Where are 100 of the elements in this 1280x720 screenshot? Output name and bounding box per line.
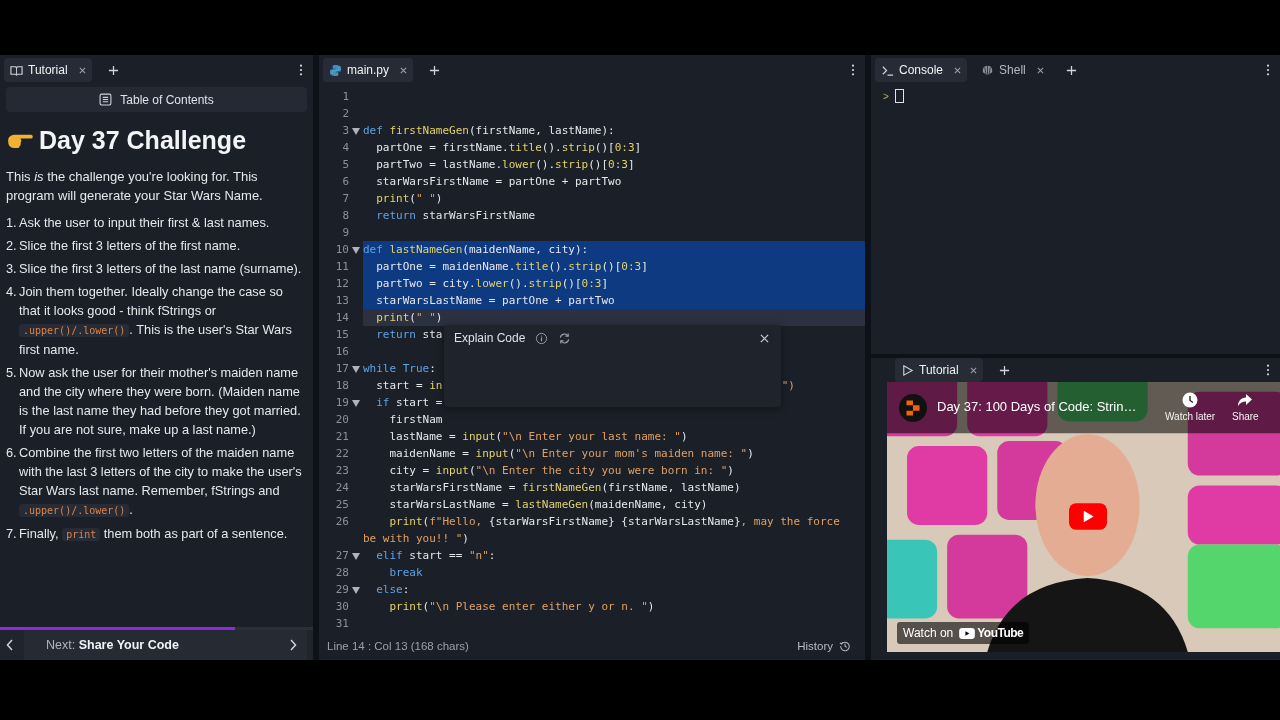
play-button-icon[interactable] [1069, 503, 1107, 530]
youtube-logo-icon[interactable] [959, 627, 976, 639]
code-line: elif start == "n": [375, 548, 496, 564]
close-icon[interactable] [760, 333, 769, 343]
close-icon[interactable] [1036, 66, 1044, 74]
next-lesson-button[interactable]: Next: Share Your Code [24, 630, 307, 660]
code-line: starWarsFirstName = partOne + partTwo [375, 174, 622, 190]
console-tab[interactable]: Console [875, 58, 968, 82]
file-tab[interactable]: main.py [323, 58, 414, 82]
line-number: 12 [334, 277, 350, 290]
clock-icon[interactable] [1182, 392, 1199, 408]
info-icon[interactable] [535, 331, 549, 345]
plus-icon[interactable] [998, 364, 1010, 376]
line-number: 11 [334, 260, 350, 273]
history-icon [839, 640, 851, 652]
next-icon [289, 639, 297, 651]
line-number: 25 [334, 498, 350, 511]
line-number: 3 [319, 124, 363, 137]
line-number: 13 [334, 294, 350, 307]
step-text: Ask the user to input their first & last names. [19, 214, 271, 232]
code-line: def firstNameGen(firstName, lastName): [363, 123, 615, 139]
line-number: 29 [319, 583, 363, 596]
console-prompt: > [883, 90, 889, 102]
step-number: 1. [6, 214, 18, 232]
more-icon[interactable] [1266, 364, 1270, 376]
watch-on-label[interactable]: Watch on [903, 626, 954, 640]
step-text: Now ask the user for their mother's maiden name and the city where they were born. (Maiden name is the last name they had before they got married. If you are not sure, make up a last name.) [19, 364, 302, 439]
previous-icon[interactable] [6, 639, 14, 651]
close-icon[interactable] [969, 366, 977, 374]
refresh-icon[interactable] [558, 331, 572, 345]
line-number: 1 [341, 90, 350, 103]
close-icon[interactable] [78, 66, 86, 74]
share-icon[interactable] [1237, 392, 1254, 408]
code-line: partTwo = lastName.lower().strip()[0:3] [375, 157, 635, 173]
code-line: lastName = input("\n Enter your last name: ") [388, 429, 688, 445]
code-line: break [388, 565, 423, 581]
line-number: 6 [341, 175, 350, 188]
line-number: 22 [334, 447, 350, 460]
youtube-label[interactable]: YouTube [977, 626, 1024, 640]
plus-icon[interactable] [1065, 64, 1077, 76]
code-line: print("\n Please enter either y or n. ") [388, 599, 655, 615]
step-text: Combine the first two letters of the maiden name with the last 3 letters of the city to make the user's Star Wars last name. Remember, fStrings and .upper()/.lower() . [19, 444, 303, 519]
code-line: if start = [375, 395, 443, 411]
python-icon [329, 63, 342, 77]
video-title[interactable]: Day 37: 100 Days of Code: Strin… [937, 399, 1137, 414]
line-number: 19 [319, 396, 363, 409]
step-text: Slice the first 3 letters of the last name (surname). [19, 260, 303, 278]
line-number: 9 [341, 226, 350, 239]
channel-logo-icon[interactable] [899, 394, 927, 422]
code-line: starWarsFirstName = firstNameGen(firstName, lastName) [388, 480, 741, 496]
step-text: Join them together. Ideally change the case so that it looks good - think fStrings or .upper()/.lower() . This is the user's Star Wars first name. [19, 283, 293, 359]
intro-paragraph: This is the challenge you're looking for. This program will generate your Star Wars Name. [6, 168, 264, 205]
more-icon[interactable] [299, 64, 303, 76]
code-line: starWarsLastName = lastNameGen(maidenName, city) [388, 497, 708, 513]
line-number: 23 [334, 464, 350, 477]
code-line: return starWarsFirstName [375, 208, 536, 224]
code-line: while True: [363, 361, 436, 377]
code-line: else: [375, 582, 410, 598]
close-icon[interactable] [400, 66, 408, 74]
more-icon[interactable] [1266, 64, 1270, 76]
console-tab[interactable]: Shell [975, 58, 1050, 82]
code-line: be with you!! ") [363, 531, 469, 547]
close-icon[interactable] [954, 66, 962, 74]
challenge-heading: Day 37 Challenge [39, 126, 247, 155]
more-icon[interactable] [851, 64, 855, 76]
line-number: 4 [341, 141, 350, 154]
code-line: city = input("\n Enter the city you were born in: ") [388, 463, 734, 479]
line-number: 16 [334, 345, 350, 358]
step-number: 4. [6, 283, 18, 301]
line-number: 24 [334, 481, 350, 494]
cursor-position: Line 14 : Col 13 (168 chars) [327, 640, 469, 652]
code-line: return sta [375, 327, 443, 343]
line-number: 26 [334, 515, 350, 528]
line-number: 10 [319, 243, 363, 256]
line-number: 30 [334, 600, 350, 613]
table-of-contents-button[interactable]: Table of Contents [6, 87, 307, 112]
share-label[interactable]: Share [1232, 411, 1259, 422]
code-line: firstNam [388, 412, 443, 428]
tutorial-tab[interactable]: Tutorial [4, 58, 92, 82]
line-number: 17 [319, 362, 363, 375]
step-number: 2. [6, 237, 18, 255]
code-line: start = in [375, 378, 443, 394]
plus-icon[interactable] [429, 64, 441, 76]
line-number: 20 [334, 413, 350, 426]
line-number: 18 [334, 379, 350, 392]
step-text: Slice the first 3 letters of the first name. [19, 237, 242, 255]
text-cursor [894, 89, 904, 103]
line-number: 5 [341, 158, 350, 171]
line-number: 2 [341, 107, 350, 120]
code-line: partOne = firstName.title().strip()[0:3] [375, 140, 642, 156]
book-icon [10, 63, 23, 77]
step-number: 7. [6, 525, 18, 543]
watch-later-label[interactable]: Watch later [1165, 411, 1216, 422]
step-number: 3. [6, 260, 18, 278]
history-button[interactable]: History [791, 639, 857, 653]
step-text: Finally, print them both as part of a sentence. [19, 525, 289, 543]
plus-icon[interactable] [107, 64, 119, 76]
tutorial-tab[interactable]: Tutorial [895, 358, 983, 382]
line-number: 31 [334, 617, 350, 630]
popup-title: Explain Code [454, 331, 526, 345]
